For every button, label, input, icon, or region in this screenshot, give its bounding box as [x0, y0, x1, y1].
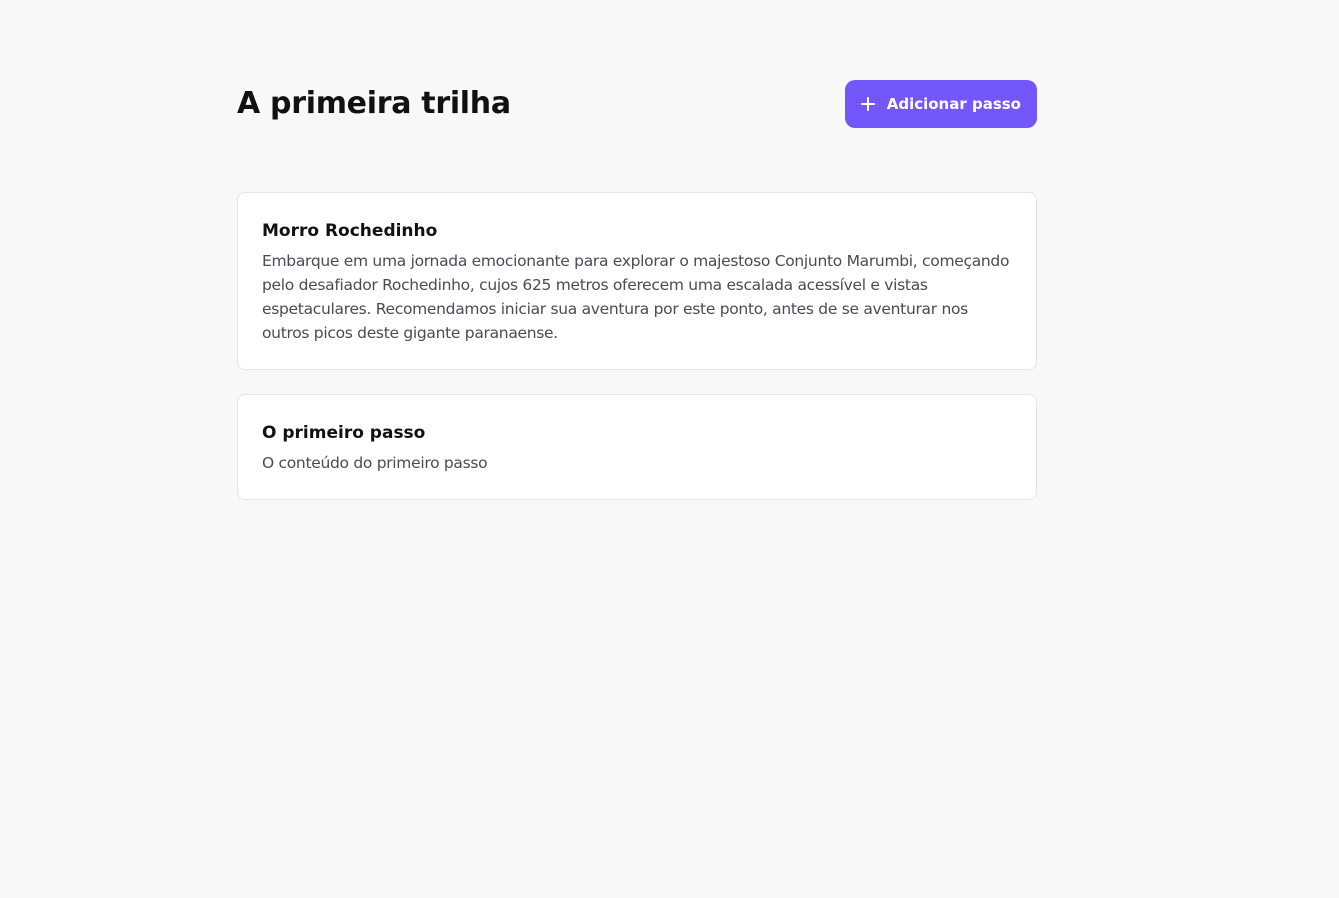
add-step-button-label: Adicionar passo [886, 95, 1021, 113]
trail-container: A primeira trilha Adicionar passo Morro … [237, 80, 1037, 500]
page-title: A primeira trilha [237, 86, 511, 121]
step-card[interactable]: Morro Rochedinho Embarque em uma jornada… [237, 192, 1037, 370]
step-title: O primeiro passo [262, 423, 426, 443]
page-header: A primeira trilha Adicionar passo [237, 80, 1037, 128]
plus-icon [860, 97, 875, 111]
step-content: Embarque em uma jornada emocionante para… [262, 252, 1010, 342]
step-content: O conteúdo do primeiro passo [262, 454, 488, 472]
steps-list: Morro Rochedinho Embarque em uma jornada… [237, 192, 1037, 500]
step-title: Morro Rochedinho [262, 221, 438, 241]
page: A primeira trilha Adicionar passo Morro … [0, 0, 1339, 898]
step-card[interactable]: O primeiro passo O conteúdo do primeiro … [237, 394, 1037, 500]
add-step-button[interactable]: Adicionar passo [844, 80, 1037, 128]
